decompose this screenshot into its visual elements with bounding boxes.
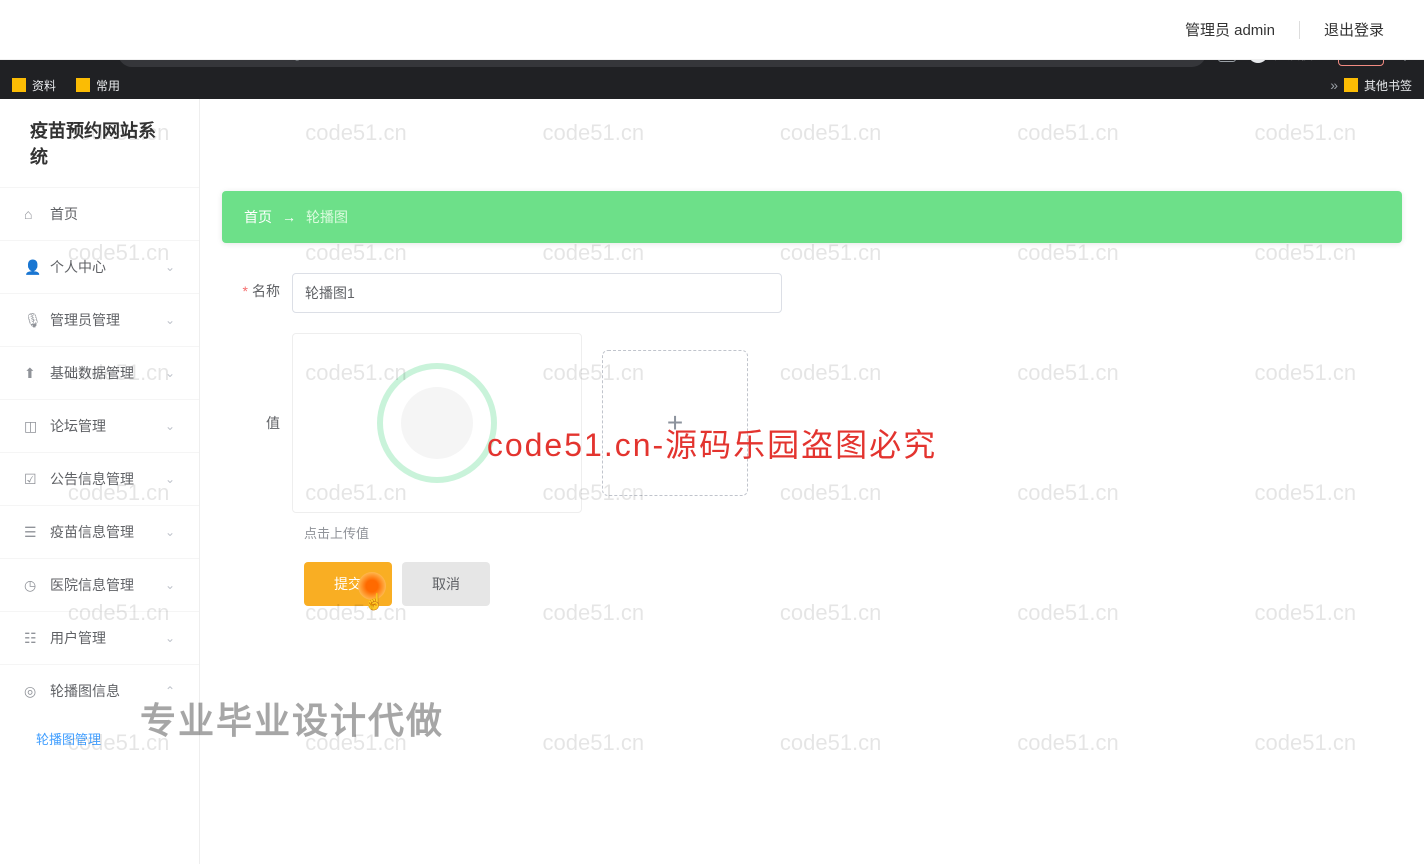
sidebar-item-carousel[interactable]: ◎ 轮播图信息 ⌃ (0, 664, 199, 717)
sidebar-item-notice[interactable]: ☑ 公告信息管理 ⌄ (0, 452, 199, 505)
preview-image (377, 363, 497, 483)
cancel-button[interactable]: 取消 (402, 562, 490, 606)
form-label-value: 值 (222, 333, 292, 433)
user-icon: 👤 (24, 259, 40, 276)
sidebar-item-home[interactable]: ⌂ 首页 (0, 187, 199, 240)
sidebar-subitem-carousel-mgmt[interactable]: 轮播图管理 (0, 717, 199, 760)
app-body: 疫苗预约网站系统 ⌂ 首页 👤 个人中心 ⌄ 🎙 管理员管理 ⌄ ⬆ 基础数据管理 ⌄ ◫ 论坛… (0, 99, 1424, 864)
check-icon: ☑ (24, 471, 40, 488)
sidebar-item-profile[interactable]: 👤 个人中心 ⌄ (0, 240, 199, 293)
chevron-down-icon: ⌄ (165, 525, 175, 539)
divider (1299, 21, 1300, 39)
app-topbar: 管理员 admin 退出登录 (0, 0, 1424, 60)
cursor-icon: ☝ (364, 592, 384, 612)
user-role: 管理员 admin (1185, 19, 1275, 40)
bookmark-item[interactable]: 资料 (12, 77, 56, 94)
breadcrumb-sep: → (282, 209, 296, 225)
sidebar: 疫苗预约网站系统 ⌂ 首页 👤 个人中心 ⌄ 🎙 管理员管理 ⌄ ⬆ 基础数据管理 ⌄ ◫ 论坛… (0, 99, 200, 864)
bookmark-label: 其他书签 (1364, 77, 1412, 94)
home-icon: ⌂ (24, 206, 40, 222)
chevron-down-icon: ⌄ (165, 366, 175, 380)
breadcrumb-home[interactable]: 首页 (244, 207, 272, 227)
submit-button[interactable]: 提交 ☝ (304, 562, 392, 606)
folder-icon (1344, 78, 1358, 92)
sidebar-label: 轮播图信息 (50, 681, 120, 701)
sidebar-label: 疫苗信息管理 (50, 522, 134, 542)
sidebar-item-hospital[interactable]: ◷ 医院信息管理 ⌄ (0, 558, 199, 611)
upload-add-button[interactable]: + (602, 350, 748, 496)
sidebar-item-basedata[interactable]: ⬆ 基础数据管理 ⌄ (0, 346, 199, 399)
chevron-up-icon: ⌃ (165, 684, 175, 698)
app-title: 疫苗预约网站系统 (0, 99, 199, 187)
bookmarks-bar: 资料 常用 » 其他书签 (0, 71, 1424, 99)
sidebar-label: 用户管理 (50, 628, 106, 648)
sidebar-label: 论坛管理 (50, 416, 106, 436)
upload-icon: ⬆ (24, 365, 40, 382)
sidebar-label: 公告信息管理 (50, 469, 134, 489)
card-icon: ☷ (24, 630, 40, 647)
form-row-value: 值 + (222, 333, 1402, 513)
breadcrumb-current: 轮播图 (306, 207, 348, 227)
logout-link[interactable]: 退出登录 (1324, 19, 1384, 40)
sidebar-label: 个人中心 (50, 257, 106, 277)
sidebar-item-vaccine[interactable]: ☰ 疫苗信息管理 ⌄ (0, 505, 199, 558)
chevron-down-icon: ⌄ (165, 472, 175, 486)
list-icon: ☰ (24, 524, 40, 541)
sidebar-label: 医院信息管理 (50, 575, 134, 595)
clock-icon: ◷ (24, 577, 40, 594)
chevron-down-icon: ⌄ (165, 313, 175, 327)
bookmark-other[interactable]: 其他书签 (1344, 77, 1412, 94)
label-text: 名称 (252, 283, 280, 299)
sidebar-label: 基础数据管理 (50, 363, 134, 383)
folder-icon (76, 78, 90, 92)
bookmark-item[interactable]: 常用 (76, 77, 120, 94)
bookmark-label: 资料 (32, 77, 56, 94)
main-content: 首页 → 轮播图 *名称 值 + 点击上传值 提交 (200, 99, 1424, 864)
image-icon: ◎ (24, 683, 40, 700)
sidebar-item-users[interactable]: ☷ 用户管理 ⌄ (0, 611, 199, 664)
sidebar-item-admin[interactable]: 🎙 管理员管理 ⌄ (0, 293, 199, 346)
name-input[interactable] (292, 273, 782, 313)
breadcrumb: 首页 → 轮播图 (222, 191, 1402, 243)
form-buttons: 提交 ☝ 取消 (304, 562, 1402, 606)
sidebar-item-forum[interactable]: ◫ 论坛管理 ⌄ (0, 399, 199, 452)
form-label-name: *名称 (222, 273, 292, 301)
chevron-down-icon: ⌄ (165, 260, 175, 274)
bookmark-label: 常用 (96, 77, 120, 94)
sidebar-label: 管理员管理 (50, 310, 120, 330)
chevron-right-icon[interactable]: » (1330, 77, 1338, 93)
form-row-name: *名称 (222, 273, 1402, 313)
upload-preview (292, 333, 582, 513)
chevron-down-icon: ⌄ (165, 578, 175, 592)
upload-hint: 点击上传值 (304, 523, 1402, 542)
config-form: *名称 值 + 点击上传值 提交 ☝ 取消 (222, 273, 1402, 606)
folder-icon (12, 78, 26, 92)
mic-icon: 🎙 (24, 312, 40, 329)
chevron-down-icon: ⌄ (165, 631, 175, 645)
chevron-down-icon: ⌄ (165, 419, 175, 433)
upload-area: + (292, 333, 748, 513)
sidebar-label: 首页 (50, 204, 78, 224)
crop-icon: ◫ (24, 418, 40, 435)
